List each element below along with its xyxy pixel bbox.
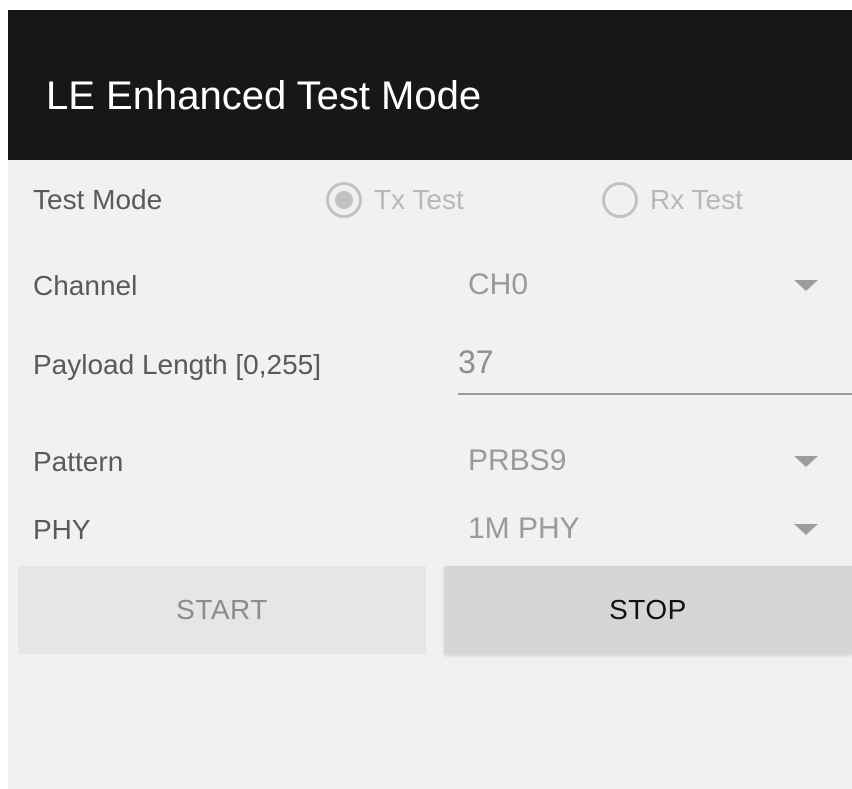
payload-length-label: Payload Length [0,255] [33, 349, 322, 380]
tx-test-radio[interactable]: Tx Test [326, 182, 464, 218]
payload-length-underline [458, 393, 852, 395]
pattern-label: Pattern [33, 446, 124, 477]
app-screen: LE Enhanced Test Mode Test Mode Tx Test … [8, 10, 852, 789]
dropdown-arrow-icon [794, 524, 818, 535]
dropdown-arrow-icon [794, 456, 818, 467]
phy-value: 1M PHY [468, 512, 580, 545]
channel-value: CH0 [468, 268, 529, 301]
start-button[interactable]: START [18, 566, 426, 654]
pattern-value: PRBS9 [468, 444, 567, 477]
app-bar: LE Enhanced Test Mode [8, 10, 852, 160]
dropdown-arrow-icon [794, 280, 818, 291]
radio-checked-icon [326, 182, 362, 218]
test-mode-label: Test Mode [33, 184, 163, 215]
stop-button[interactable]: STOP [444, 566, 852, 654]
tx-test-radio-label: Tx Test [374, 184, 464, 215]
payload-length-value: 37 [458, 344, 494, 380]
radio-unchecked-icon [602, 182, 638, 218]
rx-test-radio-label: Rx Test [650, 184, 743, 215]
app-bar-title: LE Enhanced Test Mode [46, 74, 482, 118]
phy-label: PHY [33, 514, 91, 545]
channel-label: Channel [33, 270, 138, 301]
rx-test-radio[interactable]: Rx Test [602, 182, 743, 218]
